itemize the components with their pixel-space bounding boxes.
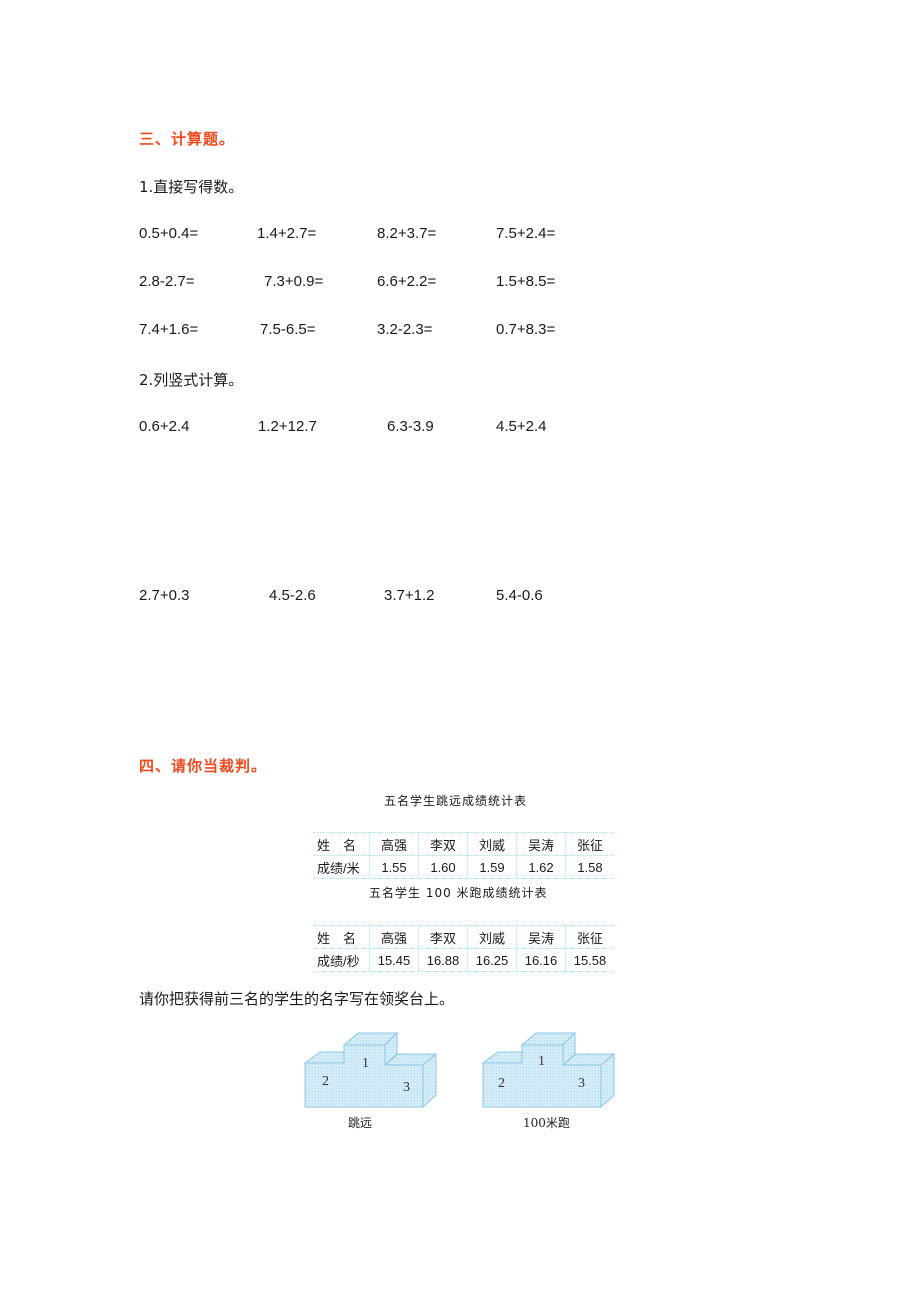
vertical-calc-expression: 5.4-0.6 bbox=[496, 587, 543, 604]
sprint-podium-caption: 100米跑 bbox=[523, 1116, 570, 1130]
vertical-calc-expression: 6.3-3.9 bbox=[387, 418, 434, 435]
podium-place-3: 3 bbox=[578, 1076, 585, 1091]
score-cell: 1.59 bbox=[467, 855, 517, 879]
vertical-calc-expression: 2.7+0.3 bbox=[139, 587, 190, 604]
expression: 7.5+2.4= bbox=[496, 225, 556, 242]
student-name: 刘威 bbox=[467, 832, 517, 856]
score-cell: 15.58 bbox=[565, 948, 614, 972]
section-4-title: 四、请你当裁判。 bbox=[139, 757, 268, 775]
expression: 3.2-2.3= bbox=[377, 321, 433, 338]
long-jump-table-caption: 五名学生跳远成绩统计表 bbox=[384, 794, 528, 808]
score-cell: 1.62 bbox=[516, 855, 566, 879]
section-3-title: 三、计算题。 bbox=[139, 130, 236, 148]
score-label: 成绩/秒 bbox=[313, 948, 370, 972]
podium-top-face-2 bbox=[303, 1051, 351, 1064]
table-row: 姓 名 高强 李双 刘威 吴涛 张征 bbox=[313, 832, 614, 856]
expression: 0.7+8.3= bbox=[496, 321, 556, 338]
score-label: 成绩/米 bbox=[313, 855, 370, 879]
expression: 7.4+1.6= bbox=[139, 321, 199, 338]
table-row: 成绩/秒 15.45 16.88 16.25 16.16 15.58 bbox=[313, 948, 614, 972]
expression: 7.5-6.5= bbox=[260, 321, 316, 338]
podium-place-1: 1 bbox=[538, 1054, 545, 1069]
student-name: 高强 bbox=[369, 925, 419, 949]
student-name: 张征 bbox=[565, 832, 614, 856]
header-label: 姓 名 bbox=[313, 925, 370, 949]
sprint-table: 姓 名 高强 李双 刘威 吴涛 张征 成绩/秒 15.45 16.88 16.2… bbox=[313, 925, 614, 972]
score-cell: 16.25 bbox=[467, 948, 517, 972]
student-name: 高强 bbox=[369, 832, 419, 856]
podium-place-1: 1 bbox=[362, 1056, 369, 1071]
podium-place-3: 3 bbox=[403, 1080, 410, 1095]
score-cell: 1.60 bbox=[418, 855, 468, 879]
score-cell: 1.58 bbox=[565, 855, 614, 879]
long-jump-podium: 1 2 3 bbox=[303, 1031, 438, 1109]
expression: 0.5+0.4= bbox=[139, 225, 199, 242]
podium-place-2: 2 bbox=[322, 1074, 329, 1089]
expression: 7.3+0.9= bbox=[264, 273, 324, 290]
student-name: 李双 bbox=[418, 832, 468, 856]
sprint-table-caption: 五名学生 100 米跑成绩统计表 bbox=[369, 886, 548, 900]
long-jump-table: 姓 名 高强 李双 刘威 吴涛 张征 成绩/米 1.55 1.60 1.59 1… bbox=[313, 832, 614, 879]
sprint-podium: 1 2 3 bbox=[481, 1031, 616, 1109]
vertical-calc-expression: 4.5+2.4 bbox=[496, 418, 547, 435]
part-2-heading: 2.列竖式计算。 bbox=[139, 371, 244, 389]
student-name: 李双 bbox=[418, 925, 468, 949]
header-label: 姓 名 bbox=[313, 832, 370, 856]
expression: 6.6+2.2= bbox=[377, 273, 437, 290]
expression: 8.2+3.7= bbox=[377, 225, 437, 242]
expression: 1.5+8.5= bbox=[496, 273, 556, 290]
score-cell: 15.45 bbox=[369, 948, 419, 972]
vertical-calc-expression: 3.7+1.2 bbox=[384, 587, 435, 604]
student-name: 刘威 bbox=[467, 925, 517, 949]
expression: 2.8-2.7= bbox=[139, 273, 195, 290]
podium-instruction: 请你把获得前三名的学生的名字写在领奖台上。 bbox=[139, 990, 455, 1008]
table-row: 成绩/米 1.55 1.60 1.59 1.62 1.58 bbox=[313, 855, 614, 879]
score-cell: 16.16 bbox=[516, 948, 566, 972]
vertical-calc-expression: 0.6+2.4 bbox=[139, 418, 190, 435]
vertical-calc-expression: 4.5-2.6 bbox=[269, 587, 316, 604]
part-1-heading: 1.直接写得数。 bbox=[139, 178, 244, 196]
student-name: 吴涛 bbox=[516, 925, 566, 949]
podium-place-2: 2 bbox=[498, 1076, 505, 1091]
student-name: 张征 bbox=[565, 925, 614, 949]
table-row: 姓 名 高强 李双 刘威 吴涛 张征 bbox=[313, 925, 614, 949]
score-cell: 1.55 bbox=[369, 855, 419, 879]
vertical-calc-expression: 1.2+12.7 bbox=[258, 418, 317, 435]
student-name: 吴涛 bbox=[516, 832, 566, 856]
long-jump-podium-caption: 跳远 bbox=[348, 1116, 373, 1130]
expression: 1.4+2.7= bbox=[257, 225, 317, 242]
podium-top-face-2 bbox=[481, 1051, 529, 1064]
score-cell: 16.88 bbox=[418, 948, 468, 972]
